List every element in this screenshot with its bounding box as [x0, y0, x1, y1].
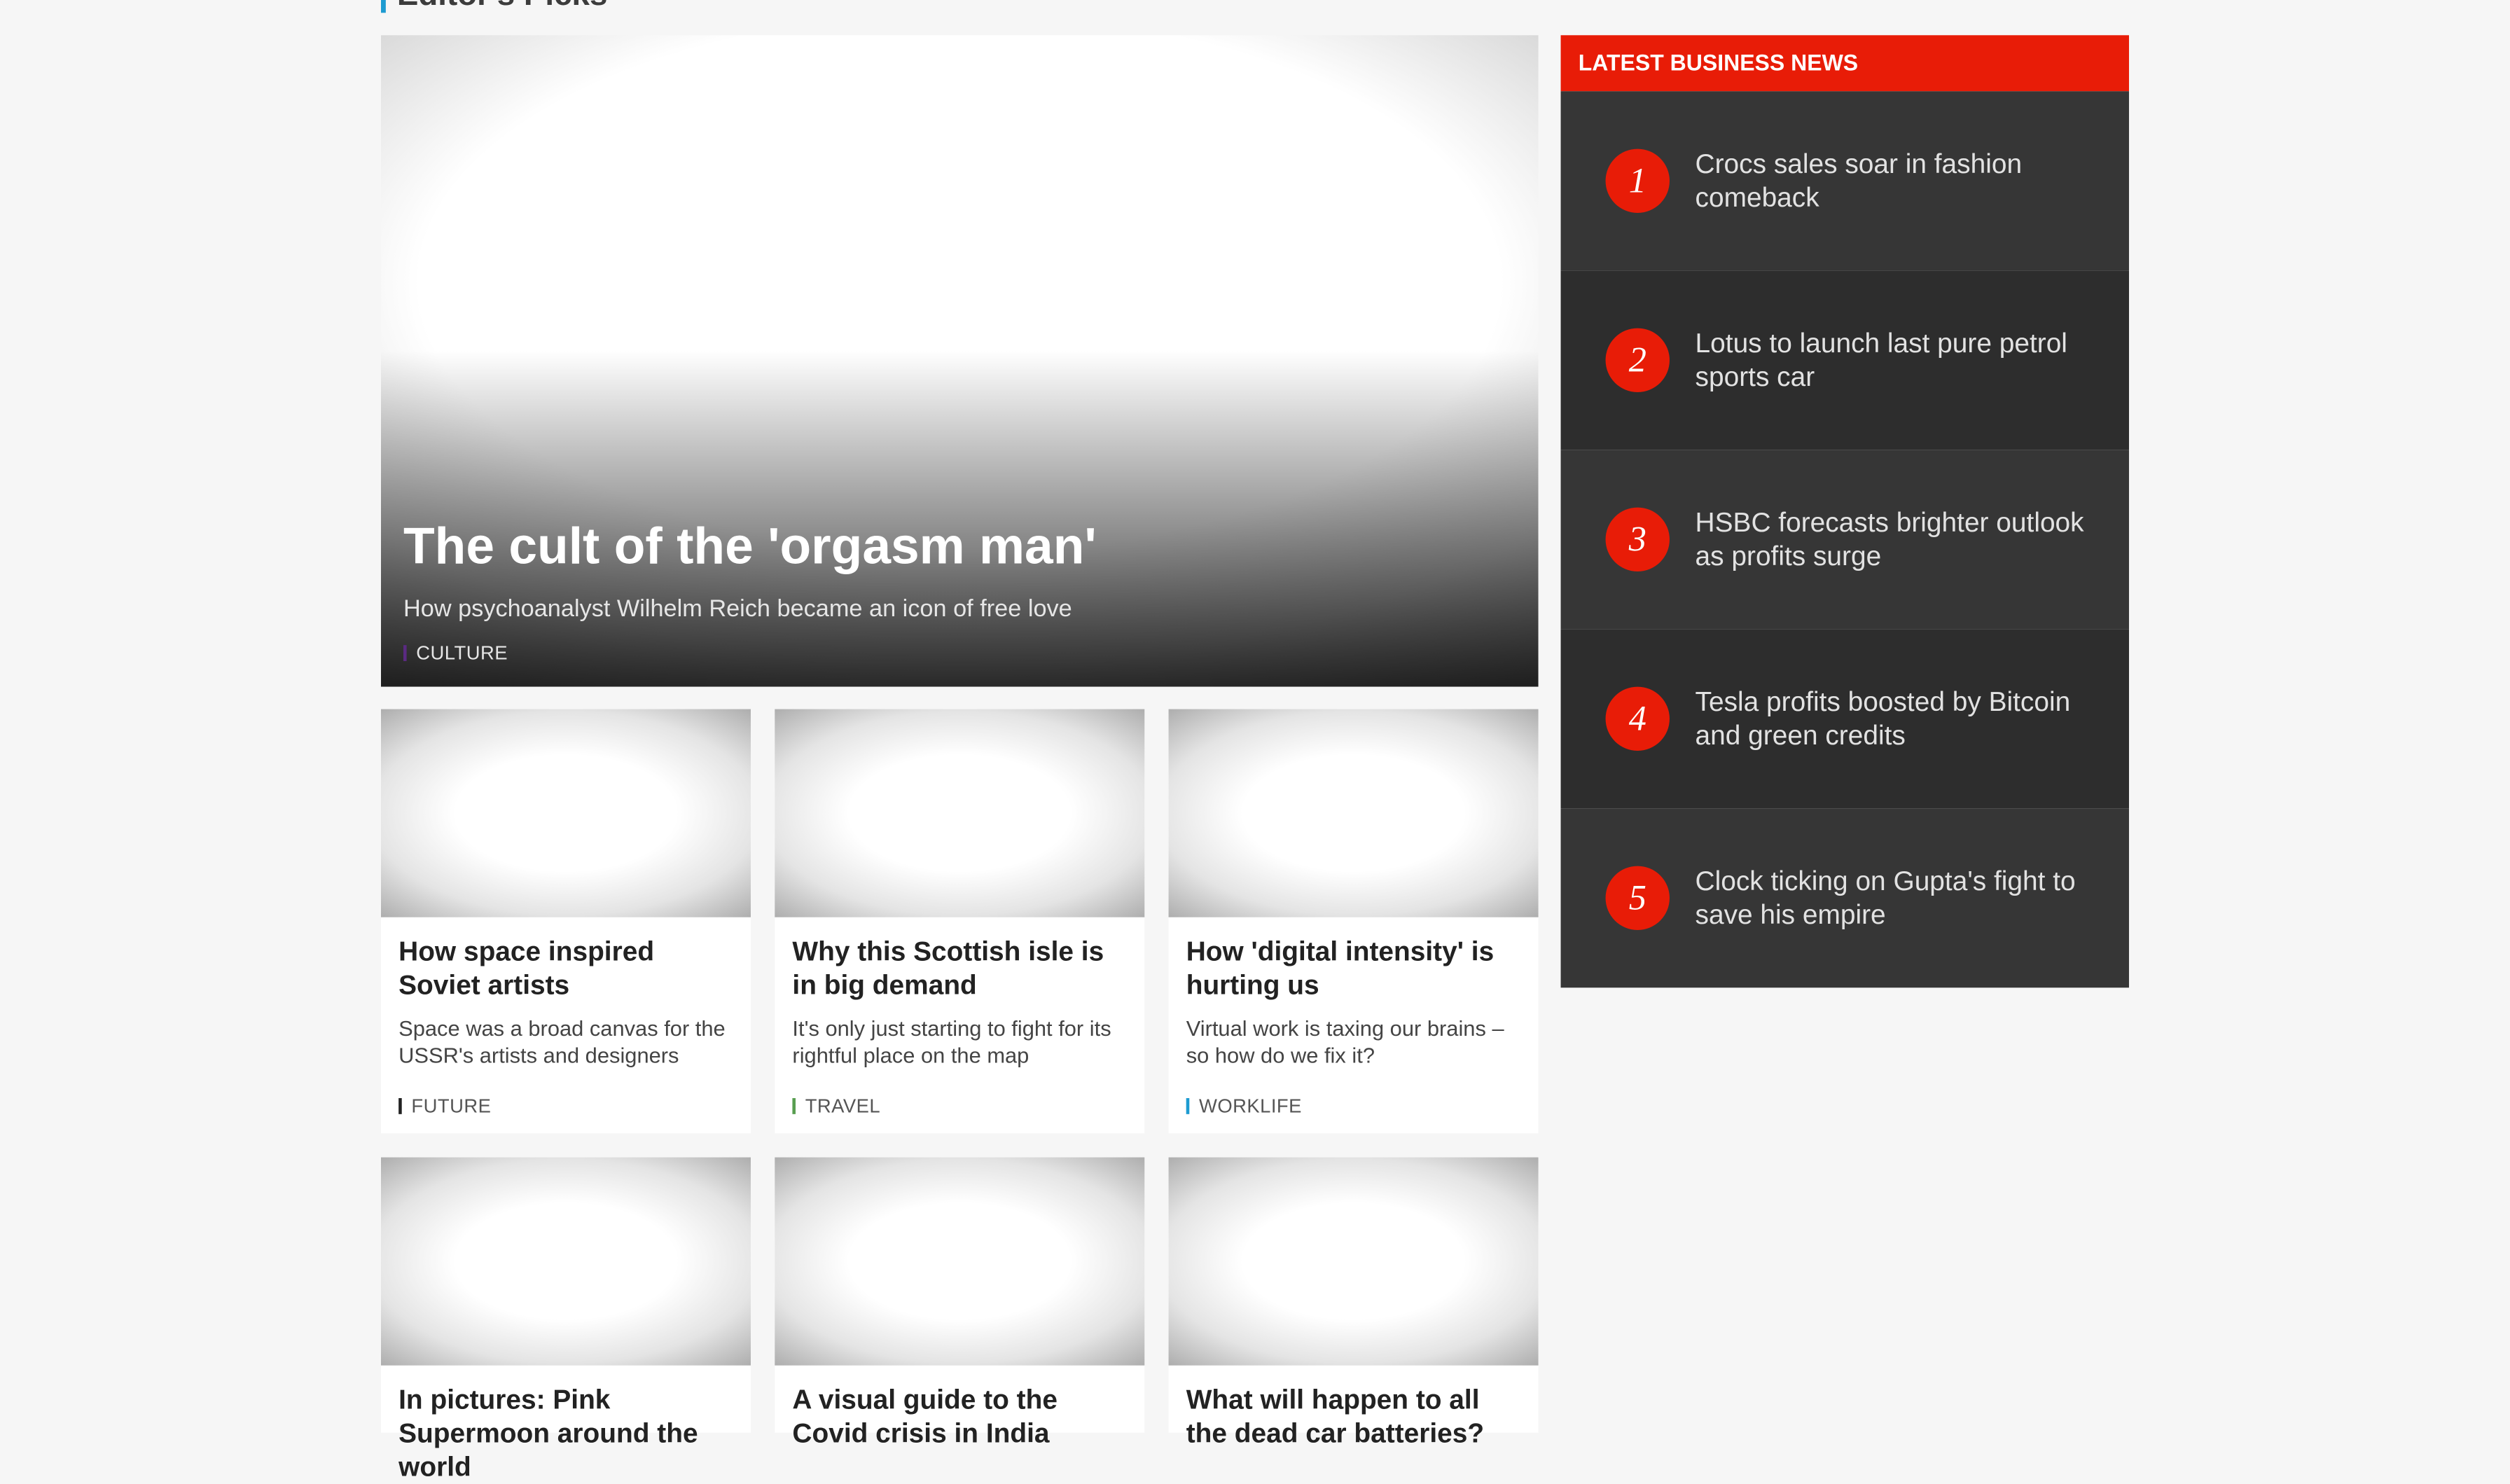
- story-summary: It's only just starting to fight for its…: [792, 1016, 1111, 1068]
- story-image[interactable]: [380, 1157, 751, 1366]
- hero-title[interactable]: The cult of the 'orgasm man': [403, 515, 1516, 576]
- story-title[interactable]: Why this Scottish isle is in big demand: [792, 935, 1127, 1002]
- news-headline[interactable]: Tesla profits boosted by Bitcoin and gre…: [1696, 685, 2095, 752]
- news-item[interactable]: 1 Crocs sales soar in fashion comeback: [1560, 91, 2129, 271]
- story-title[interactable]: How space inspired Soviet artists: [398, 935, 733, 1002]
- story-tag[interactable]: WORKLIFE: [1186, 1095, 1302, 1117]
- news-item[interactable]: 2 Lotus to launch last pure petrol sport…: [1560, 270, 2129, 450]
- story-image[interactable]: [1168, 709, 1539, 917]
- hero-tag[interactable]: CULTURE: [403, 642, 508, 665]
- rank-badge: 1: [1605, 148, 1670, 213]
- hero-text: The cult of the 'orgasm man' How psychoa…: [403, 515, 1516, 667]
- story-image[interactable]: [775, 1157, 1145, 1366]
- story-image[interactable]: [775, 709, 1145, 917]
- story-image[interactable]: [1168, 1157, 1539, 1366]
- story-card[interactable]: How space inspired Soviet artists Space …: [380, 709, 751, 1134]
- section-heading: Editor's Picks: [380, 0, 607, 13]
- sidebar-title: LATEST BUSINESS NEWS: [1560, 35, 2129, 92]
- story-title[interactable]: A visual guide to the Covid crisis in In…: [792, 1383, 1127, 1450]
- page: Editor's Picks The cult of the 'orgasm m…: [0, 0, 2510, 1483]
- story-summary: Space was a broad canvas for the USSR's …: [398, 1016, 726, 1068]
- story-card[interactable]: What will happen to all the dead car bat…: [1168, 1157, 1539, 1449]
- story-card[interactable]: How 'digital intensity' is hurting us Vi…: [1168, 709, 1539, 1134]
- news-item[interactable]: 4 Tesla profits boosted by Bitcoin and g…: [1560, 629, 2129, 809]
- story-card[interactable]: In pictures: Pink Supermoon around the w…: [380, 1157, 751, 1483]
- story-title[interactable]: In pictures: Pink Supermoon around the w…: [398, 1383, 733, 1484]
- rank-badge: 5: [1605, 866, 1670, 930]
- rank-badge: 2: [1605, 328, 1670, 392]
- news-item[interactable]: 3 HSBC forecasts brighter outlook as pro…: [1560, 450, 2129, 630]
- story-tag[interactable]: TRAVEL: [792, 1095, 880, 1117]
- story-image[interactable]: [380, 709, 751, 917]
- latest-business-news: LATEST BUSINESS NEWS 1 Crocs sales soar …: [1560, 35, 2129, 988]
- news-headline[interactable]: Clock ticking on Gupta's fight to save h…: [1696, 864, 2095, 931]
- news-headline[interactable]: Lotus to launch last pure petrol sports …: [1696, 326, 2095, 394]
- hero-story[interactable]: The cult of the 'orgasm man' How psychoa…: [380, 35, 1539, 687]
- story-card[interactable]: Why this Scottish isle is in big demand …: [775, 709, 1145, 1134]
- story-card[interactable]: A visual guide to the Covid crisis in In…: [775, 1157, 1145, 1449]
- rank-badge: 3: [1605, 507, 1670, 571]
- story-tag[interactable]: FUTURE: [398, 1095, 491, 1117]
- story-title[interactable]: How 'digital intensity' is hurting us: [1186, 935, 1521, 1002]
- story-summary: Virtual work is taxing our brains – so h…: [1186, 1016, 1504, 1068]
- news-headline[interactable]: Crocs sales soar in fashion comeback: [1696, 147, 2095, 214]
- hero-summary: How psychoanalyst Wilhelm Reich became a…: [403, 595, 1072, 623]
- news-headline[interactable]: HSBC forecasts brighter outlook as profi…: [1696, 506, 2095, 573]
- news-item[interactable]: 5 Clock ticking on Gupta's fight to save…: [1560, 808, 2129, 988]
- story-title[interactable]: What will happen to all the dead car bat…: [1186, 1383, 1521, 1450]
- rank-badge: 4: [1605, 686, 1670, 751]
